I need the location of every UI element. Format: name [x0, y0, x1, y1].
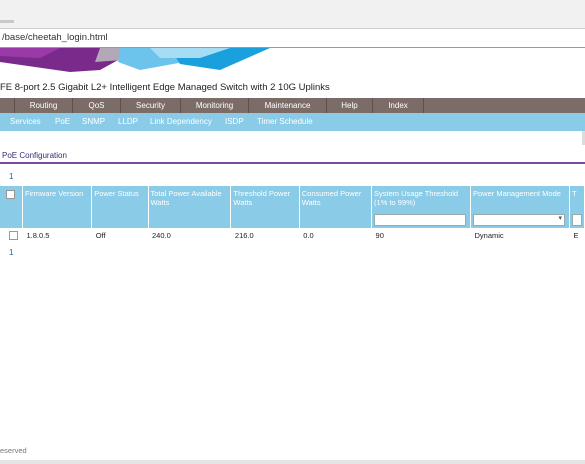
select-all-header[interactable] — [0, 186, 23, 212]
submenu-item-isdp[interactable]: ISDP — [225, 113, 244, 131]
address-url[interactable]: /base/cheetah_login.html — [2, 32, 108, 43]
footer-copyright: eserved — [0, 446, 27, 455]
cell-total-power: 240.0 — [148, 228, 231, 242]
management-mode-select[interactable]: ▾ — [472, 214, 565, 226]
browser-tab-strip — [0, 0, 585, 28]
cell-firmware: 1.8.0.5 — [22, 228, 92, 242]
cell-power-status: Off — [91, 228, 148, 242]
pagination-top[interactable]: 1 — [9, 172, 13, 181]
table-filter-row: ▾ — [0, 212, 585, 228]
col-consumed-power: Consumed Power Watts — [299, 186, 373, 212]
menu-item-security[interactable]: Security — [120, 98, 180, 113]
submenu-item-lldp[interactable]: LLDP — [118, 113, 138, 131]
tab-poe-configuration[interactable]: PoE Configuration — [2, 151, 67, 160]
submenu-item-services[interactable]: Services — [10, 113, 41, 131]
table-row[interactable]: 1.8.0.5 Off 240.0 216.0 0.0 90 Dynamic E — [0, 228, 585, 242]
menu-item-qos[interactable]: QoS — [72, 98, 120, 113]
menu-item-routing[interactable]: Routing — [14, 98, 72, 113]
page-title: FE 8-port 2.5 Gigabit L2+ Intelligent Ed… — [0, 82, 330, 93]
poe-config-table-container: Firmware Version Power Status Total Powe… — [0, 186, 585, 242]
menu-item-truncated[interactable] — [0, 98, 14, 113]
banner-graphic — [0, 48, 585, 78]
cell-threshold-power: 216.0 — [230, 228, 300, 242]
main-menu: Routing QoS Security Monitoring Maintena… — [0, 98, 585, 113]
poe-config-table: Firmware Version Power Status Total Powe… — [0, 186, 585, 242]
usage-threshold-input[interactable] — [374, 214, 467, 226]
menu-item-monitoring[interactable]: Monitoring — [180, 98, 248, 113]
menu-item-index[interactable]: Index — [372, 98, 424, 113]
select-all-checkbox[interactable] — [6, 189, 15, 199]
col-truncated: T — [569, 186, 585, 212]
truncated-input[interactable] — [571, 214, 582, 226]
col-threshold-power: Threshold Power Watts — [230, 186, 300, 212]
col-firmware-version: Firmware Version — [22, 186, 93, 212]
cell-consumed-power: 0.0 — [299, 228, 372, 242]
col-total-power: Total Power Available Watts — [148, 186, 232, 212]
bottom-border — [0, 460, 585, 464]
pagination-bottom[interactable]: 1 — [9, 248, 13, 257]
col-management-mode: Power Management Mode — [470, 186, 570, 212]
table-header-row: Firmware Version Power Status Total Powe… — [0, 186, 585, 212]
col-power-status: Power Status — [91, 186, 149, 212]
brand-banner — [0, 48, 585, 78]
submenu-item-link-dependency[interactable]: Link Dependency — [150, 113, 212, 131]
col-usage-threshold: System Usage Threshold (1% to 99%) — [371, 186, 471, 212]
menu-item-help[interactable]: Help — [326, 98, 372, 113]
sub-menu: Services PoE SNMP LLDP Link Dependency I… — [0, 113, 585, 131]
cell-usage-threshold: 90 — [371, 228, 471, 242]
section-divider — [0, 162, 585, 164]
submenu-item-snmp[interactable]: SNMP — [82, 113, 105, 131]
browser-tab-indicator[interactable] — [0, 20, 14, 23]
submenu-item-poe[interactable]: PoE — [55, 113, 70, 131]
submenu-item-timer-schedule[interactable]: Timer Schedule — [257, 113, 313, 131]
chevron-down-icon: ▾ — [558, 215, 562, 222]
row-checkbox[interactable] — [9, 231, 18, 241]
menu-item-maintenance[interactable]: Maintenance — [248, 98, 326, 113]
cell-management-mode: Dynamic — [470, 228, 570, 242]
cell-truncated: E — [569, 228, 585, 242]
